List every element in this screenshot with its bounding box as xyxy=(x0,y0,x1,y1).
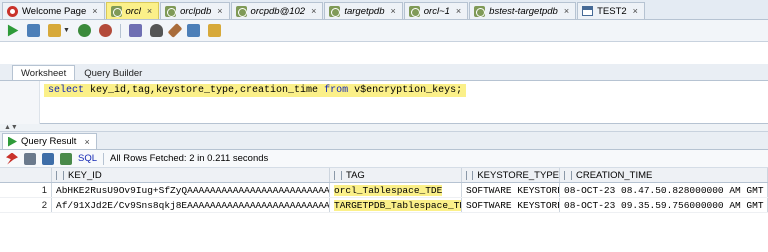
export-icon[interactable] xyxy=(60,152,72,165)
cell-tag[interactable]: orcl_Tablespace_TDE xyxy=(330,183,462,197)
database-connection-icon xyxy=(474,5,486,17)
tab-bstest-targetpdb[interactable]: bstest-targetpdb × xyxy=(469,2,577,19)
run-statement-icon[interactable] xyxy=(7,24,19,37)
tab-label: orcl~1 xyxy=(423,5,450,17)
close-icon[interactable]: × xyxy=(564,6,569,16)
database-connection-icon xyxy=(235,5,247,17)
cell-creation-time[interactable]: 08-OCT-23 08.47.50.828000000 AM GMT xyxy=(560,183,768,197)
result-tab-bar: Query Result × xyxy=(0,132,768,150)
tab-label: targetpdb xyxy=(344,5,385,17)
cell-tag[interactable]: TARGETPDB_Tablespace_TDE xyxy=(330,198,462,212)
tab-label: Query Result xyxy=(21,136,77,147)
sql-button[interactable]: SQL xyxy=(78,153,97,164)
table-row[interactable]: 2 Af/91XJd2E/Cv9Sns8qkj8EAAAAAAAAAAAAAAA… xyxy=(0,198,768,213)
column-header-tag[interactable]: TAG xyxy=(330,168,462,182)
column-marker-icon xyxy=(56,170,64,180)
line-gutter xyxy=(0,81,40,124)
run-script-icon[interactable] xyxy=(27,24,40,37)
database-connection-icon xyxy=(110,5,122,17)
tab-test2[interactable]: TEST2 × xyxy=(577,2,645,19)
row-number: 1 xyxy=(0,183,52,197)
fetch-status: All Rows Fetched: 2 in 0.211 seconds xyxy=(110,153,269,164)
close-icon[interactable]: × xyxy=(92,6,97,16)
format-icon[interactable] xyxy=(186,24,200,37)
cell-key-id[interactable]: AbHKE2RusU9Ov9Iug+SfZyQAAAAAAAAAAAAAAAAA… xyxy=(52,183,330,197)
sql-statement[interactable]: select key_id,tag,keystore_type,creation… xyxy=(44,84,467,97)
print-icon[interactable] xyxy=(24,152,36,165)
database-connection-icon xyxy=(408,5,420,17)
tab-label: orclpdb xyxy=(180,5,212,17)
pin-icon[interactable] xyxy=(6,152,18,165)
autotrace-icon[interactable] xyxy=(48,24,61,37)
tab-label: TEST2 xyxy=(597,5,627,17)
column-header-key-id[interactable]: KEY_ID xyxy=(52,168,330,182)
worksheet-toolbar: ▼ xyxy=(0,20,768,42)
tab-worksheet[interactable]: Worksheet xyxy=(12,65,76,80)
database-connection-icon xyxy=(329,5,341,17)
close-icon[interactable]: × xyxy=(217,6,222,16)
commit-icon[interactable] xyxy=(77,24,91,37)
tab-welcome-page[interactable]: Welcome Page × xyxy=(2,2,105,19)
tab-orcl-1[interactable]: orcl~1 × xyxy=(403,2,469,19)
clear-icon[interactable] xyxy=(167,23,183,38)
tab-label: orcl xyxy=(125,5,141,17)
column-header-keystore-type[interactable]: KEYSTORE_TYPE xyxy=(462,168,560,182)
highlighted-value: TARGETPDB_Tablespace_TDE xyxy=(334,199,461,211)
highlighted-value: orcl_Tablespace_TDE xyxy=(334,184,443,196)
chevron-down-icon[interactable]: ▼ xyxy=(63,27,70,34)
tab-orcpdb-102[interactable]: orcpdb@102 × xyxy=(230,2,324,19)
sql-keyword: select xyxy=(48,85,85,96)
sql-columns: key_id,tag,keystore_type,creation_time xyxy=(84,85,325,96)
sql-keyword: from xyxy=(324,85,349,96)
tab-label: orcpdb@102 xyxy=(250,5,306,17)
home-icon xyxy=(7,5,18,17)
results-grid: KEY_ID TAG KEYSTORE_TYPE CREATION_TIME 1… xyxy=(0,168,768,213)
column-marker-icon xyxy=(564,170,572,180)
cell-keystore-type[interactable]: SOFTWARE KEYSTORE xyxy=(462,183,560,197)
row-number: 2 xyxy=(0,198,52,212)
panel-splitter[interactable]: ▲▼ xyxy=(0,124,768,132)
close-icon[interactable]: × xyxy=(84,137,89,147)
cell-key-id[interactable]: Af/91XJd2E/Cv9Sns8qkj8EAAAAAAAAAAAAAAAAA… xyxy=(52,198,330,212)
tab-label: Welcome Page xyxy=(22,5,87,17)
tab-query-builder[interactable]: Query Builder xyxy=(75,65,151,80)
tab-targetpdb[interactable]: targetpdb × xyxy=(324,2,403,19)
collapse-arrow-icon[interactable]: ▲▼ xyxy=(4,124,18,132)
worksheet-tab-bar: Worksheet Query Builder xyxy=(0,64,768,81)
close-icon[interactable]: × xyxy=(633,6,638,16)
sql-table: v$encryption_keys; xyxy=(348,85,463,96)
rollback-icon[interactable] xyxy=(98,24,112,37)
result-toolbar: SQL All Rows Fetched: 2 in 0.211 seconds xyxy=(0,150,768,168)
refresh-icon[interactable] xyxy=(42,152,54,165)
table-row[interactable]: 1 AbHKE2RusU9Ov9Iug+SfZyQAAAAAAAAAAAAAAA… xyxy=(0,183,768,198)
row-number-header xyxy=(0,168,52,182)
close-icon[interactable]: × xyxy=(456,6,461,16)
close-icon[interactable]: × xyxy=(391,6,396,16)
editor-tab-bar: Welcome Page × orcl × orclpdb × orcpdb@1… xyxy=(0,0,768,20)
run-icon xyxy=(8,136,17,147)
table-icon xyxy=(582,6,594,16)
column-marker-icon xyxy=(334,170,342,180)
cell-keystore-type[interactable]: SOFTWARE KEYSTORE xyxy=(462,198,560,212)
column-header-creation-time[interactable]: CREATION_TIME xyxy=(560,168,768,182)
database-connection-icon xyxy=(165,5,177,17)
sql-tuning-icon[interactable] xyxy=(128,24,142,37)
tab-label: bstest-targetpdb xyxy=(489,5,558,17)
tab-orcl[interactable]: orcl × xyxy=(105,2,160,19)
tab-orclpdb[interactable]: orclpdb × xyxy=(160,2,230,19)
cell-creation-time[interactable]: 08-OCT-23 09.35.59.756000000 AM GMT xyxy=(560,198,768,212)
column-marker-icon xyxy=(466,170,474,180)
toolbar-divider xyxy=(119,23,121,38)
toolbar-divider xyxy=(103,152,105,165)
explain-plan-icon[interactable] xyxy=(149,24,163,37)
close-icon[interactable]: × xyxy=(311,6,316,16)
close-icon[interactable]: × xyxy=(147,6,152,16)
grid-header: KEY_ID TAG KEYSTORE_TYPE CREATION_TIME xyxy=(0,168,768,183)
sql-editor[interactable]: select key_id,tag,keystore_type,creation… xyxy=(0,81,768,124)
history-icon[interactable] xyxy=(207,24,221,37)
tab-query-result[interactable]: Query Result × xyxy=(2,133,97,149)
